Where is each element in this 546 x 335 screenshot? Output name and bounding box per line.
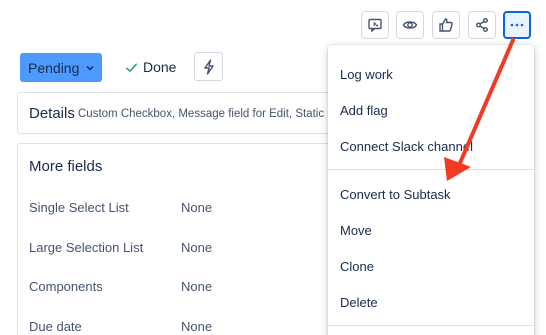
feedback-icon <box>368 18 382 33</box>
menu-item-log-work[interactable]: Log work <box>328 56 534 92</box>
status-dropdown[interactable]: Pending <box>20 53 102 82</box>
vote-button[interactable] <box>432 11 460 39</box>
checkmark-icon <box>125 62 138 72</box>
menu-item-convert-to-subtask[interactable]: Convert to Subtask <box>328 176 534 212</box>
field-value-large-selection-list[interactable]: None <box>181 240 212 255</box>
share-icon <box>476 18 488 32</box>
menu-item-clone[interactable]: Clone <box>328 248 534 284</box>
menu-item-move[interactable]: Move <box>328 212 534 248</box>
details-title: Details <box>29 105 75 122</box>
done-transition-button[interactable]: Done <box>124 59 176 75</box>
field-value-due-date[interactable]: None <box>181 319 212 334</box>
watch-button[interactable] <box>396 11 424 39</box>
field-label-due-date: Due date <box>29 319 82 334</box>
details-panel[interactable]: Details Custom Checkbox, Message field f… <box>17 92 357 134</box>
menu-item-connect-slack-channel[interactable]: Connect Slack channel <box>328 128 534 164</box>
more-fields-title: More fields <box>29 158 103 175</box>
thumbs-up-icon <box>439 18 453 32</box>
menu-divider <box>328 169 534 170</box>
field-value-components[interactable]: None <box>181 279 212 294</box>
feedback-button[interactable] <box>361 11 389 39</box>
lightning-bolt-icon <box>203 58 214 75</box>
automation-button[interactable] <box>194 52 223 81</box>
status-label: Pending <box>28 59 80 76</box>
menu-divider <box>328 325 534 326</box>
more-actions-button[interactable] <box>503 11 531 39</box>
details-summary: Custom Checkbox, Message field for Edit,… <box>78 108 337 120</box>
done-label: Done <box>143 59 177 75</box>
menu-item-add-flag[interactable]: Add flag <box>328 92 534 128</box>
field-label-large-selection-list: Large Selection List <box>29 240 144 255</box>
field-label-single-select-list: Single Select List <box>29 200 129 215</box>
more-actions-icon <box>510 23 524 27</box>
share-button[interactable] <box>468 11 496 39</box>
more-fields-panel: More fields Single Select List None Larg… <box>17 143 357 335</box>
field-value-single-select-list[interactable]: None <box>181 200 212 215</box>
more-actions-menu: Log work Add flag Connect Slack channel … <box>328 45 534 335</box>
field-label-components: Components <box>29 279 103 294</box>
watch-eye-icon <box>402 21 418 29</box>
menu-item-delete[interactable]: Delete <box>328 284 534 320</box>
chevron-down-icon <box>84 62 96 74</box>
